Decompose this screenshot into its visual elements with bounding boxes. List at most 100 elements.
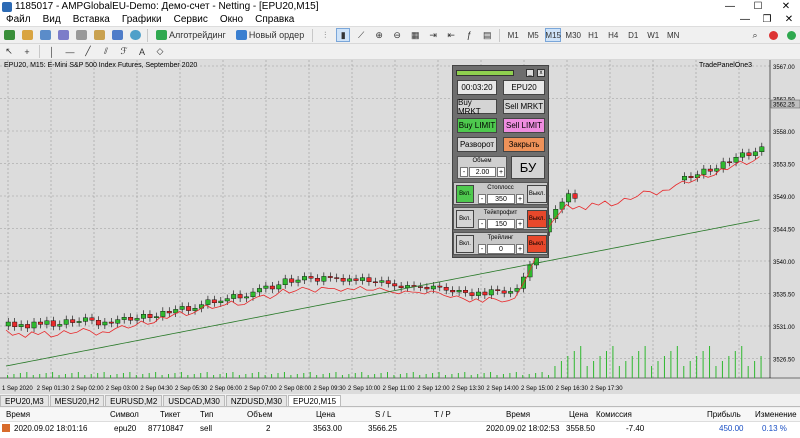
- tf-h4[interactable]: H4: [605, 28, 621, 42]
- tab-mesu20-h2[interactable]: MESU20,H2: [49, 395, 105, 406]
- col-profit[interactable]: Прибыль: [707, 410, 741, 419]
- horizontal-line-icon[interactable]: —: [63, 45, 77, 59]
- sell-market-button[interactable]: Sell MRKT: [503, 99, 545, 114]
- toolbox-icon[interactable]: [92, 28, 106, 42]
- stoploss-plus-button[interactable]: +: [516, 194, 524, 204]
- templates-icon[interactable]: ▤: [480, 28, 494, 42]
- menu-charts[interactable]: Графики: [116, 14, 168, 25]
- menu-insert[interactable]: Вставка: [67, 14, 116, 25]
- col-sl[interactable]: S / L: [375, 410, 391, 419]
- signals-icon[interactable]: [128, 28, 142, 42]
- trailing-minus-button[interactable]: -: [478, 244, 486, 254]
- panel-close-button[interactable]: x: [537, 68, 545, 77]
- chart-canvas[interactable]: 3567.003562.503558.003553.503549.003544.…: [0, 60, 800, 394]
- volume-plus-button[interactable]: +: [497, 167, 505, 177]
- col-ticket[interactable]: Тикет: [160, 410, 180, 419]
- menu-window[interactable]: Окно: [214, 14, 249, 25]
- menu-tools[interactable]: Сервис: [168, 14, 214, 25]
- tab-epu20-m15[interactable]: EPU20,M15: [287, 395, 342, 406]
- algo-trading-button[interactable]: Алготрейдинг: [153, 28, 229, 42]
- tile-windows-icon[interactable]: ▦: [408, 28, 422, 42]
- data-window-icon[interactable]: [74, 28, 88, 42]
- child-minimize-button[interactable]: —: [734, 14, 756, 25]
- profiles-icon[interactable]: [20, 28, 34, 42]
- takeprofit-plus-button[interactable]: +: [516, 219, 524, 229]
- price-chart[interactable]: 3567.003562.503558.003553.503549.003544.…: [0, 60, 800, 394]
- bar-chart-icon[interactable]: ⫶: [318, 28, 332, 42]
- channel-icon[interactable]: ⫽: [99, 45, 113, 59]
- tf-m5[interactable]: M5: [525, 28, 541, 42]
- close-button[interactable]: ✕: [772, 1, 800, 12]
- stoploss-input[interactable]: 350: [487, 194, 515, 204]
- col-volume[interactable]: Объем: [247, 410, 273, 419]
- vertical-line-icon[interactable]: │: [45, 45, 59, 59]
- child-close-button[interactable]: ✕: [778, 14, 800, 25]
- market-watch-icon[interactable]: [38, 28, 52, 42]
- close-position-button[interactable]: Закрыть: [503, 137, 545, 152]
- indicators-icon[interactable]: ƒ: [462, 28, 476, 42]
- panel-collapse-button[interactable]: _: [526, 68, 534, 77]
- col-open-time[interactable]: Время: [6, 410, 30, 419]
- col-tp[interactable]: T / P: [434, 410, 451, 419]
- sell-limit-button[interactable]: Sell LIMIT: [503, 118, 545, 133]
- reverse-button[interactable]: Разворот: [457, 137, 497, 152]
- profile-icon[interactable]: [784, 28, 798, 42]
- trailing-plus-button[interactable]: +: [516, 244, 524, 254]
- autoscroll-icon[interactable]: ⇥: [426, 28, 440, 42]
- tf-w1[interactable]: W1: [645, 28, 661, 42]
- trailing-off-button[interactable]: Выкл.: [527, 235, 547, 253]
- minimize-button[interactable]: —: [716, 1, 744, 12]
- takeprofit-off-button[interactable]: Выкл.: [527, 210, 547, 228]
- new-order-button[interactable]: Новый ордер: [233, 28, 307, 42]
- notifications-icon[interactable]: [766, 28, 780, 42]
- maximize-button[interactable]: ☐: [744, 1, 772, 12]
- menu-file[interactable]: Файл: [0, 14, 37, 25]
- navigator-icon[interactable]: [56, 28, 70, 42]
- volume-minus-button[interactable]: -: [460, 167, 468, 177]
- tab-eurusd-m2[interactable]: EURUSD,M2: [105, 395, 163, 406]
- tf-m30[interactable]: M30: [565, 28, 581, 42]
- shapes-icon[interactable]: ◇: [153, 45, 167, 59]
- col-close-time[interactable]: Время: [506, 410, 530, 419]
- chart-shift-icon[interactable]: ⇤: [444, 28, 458, 42]
- fibo-icon[interactable]: ℱ: [117, 45, 131, 59]
- stoploss-off-button[interactable]: Выкл.: [527, 185, 547, 203]
- tab-usdcad-m30[interactable]: USDCAD,M30: [163, 395, 225, 406]
- tf-m15[interactable]: M15: [545, 28, 562, 42]
- text-tool-icon[interactable]: A: [135, 45, 149, 59]
- tf-h1[interactable]: H1: [585, 28, 601, 42]
- buy-limit-button[interactable]: Buy LIMIT: [457, 118, 497, 133]
- zoom-out-icon[interactable]: ⊖: [390, 28, 404, 42]
- tab-epu20-m3[interactable]: EPU20,M3: [0, 395, 49, 406]
- cursor-icon[interactable]: ↖: [2, 45, 16, 59]
- tf-m1[interactable]: M1: [505, 28, 521, 42]
- col-symbol[interactable]: Символ: [110, 410, 139, 419]
- takeprofit-minus-button[interactable]: -: [478, 219, 486, 229]
- tf-d1[interactable]: D1: [625, 28, 641, 42]
- col-close-price[interactable]: Цена: [569, 410, 588, 419]
- tf-mn[interactable]: MN: [665, 28, 681, 42]
- volume-input[interactable]: 2.00: [469, 167, 496, 177]
- col-commission[interactable]: Комиссия: [596, 410, 632, 419]
- tester-icon[interactable]: [110, 28, 124, 42]
- col-change[interactable]: Изменение: [755, 410, 797, 419]
- child-restore-button[interactable]: ❐: [756, 14, 778, 25]
- search-icon[interactable]: ⌕: [748, 28, 762, 42]
- candle-chart-icon[interactable]: ▮: [336, 28, 351, 42]
- col-type[interactable]: Тип: [200, 410, 213, 419]
- new-chart-icon[interactable]: [2, 28, 16, 42]
- menu-help[interactable]: Справка: [249, 14, 300, 25]
- stoploss-minus-button[interactable]: -: [478, 194, 486, 204]
- col-price[interactable]: Цена: [316, 410, 335, 419]
- crosshair-icon[interactable]: +: [20, 45, 34, 59]
- table-row[interactable]: 2020.09.02 18:01:16 epu20 87710847 sell …: [0, 422, 800, 435]
- takeprofit-input[interactable]: 150: [487, 219, 515, 229]
- line-chart-icon[interactable]: ⟋: [354, 28, 368, 42]
- menu-view[interactable]: Вид: [37, 14, 67, 25]
- zoom-in-icon[interactable]: ⊕: [372, 28, 386, 42]
- breakeven-button[interactable]: БУ: [511, 156, 545, 179]
- tab-nzdusd-m30[interactable]: NZDUSD,M30: [225, 395, 287, 406]
- trailing-input[interactable]: 0: [487, 244, 515, 254]
- trendline-icon[interactable]: ╱: [81, 45, 95, 59]
- buy-market-button[interactable]: Buy MRKT: [457, 98, 497, 116]
